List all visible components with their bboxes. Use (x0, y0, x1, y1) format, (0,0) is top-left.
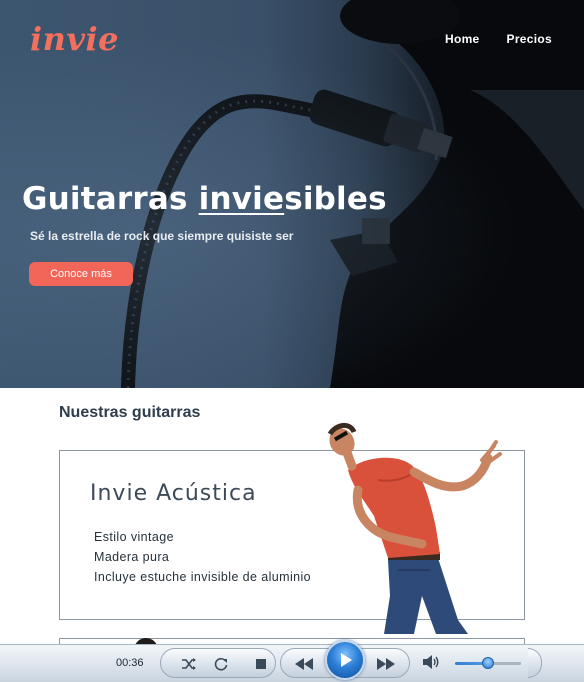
conoce-mas-button[interactable]: Conoce más (29, 262, 133, 286)
hero-title-pre: Guitarras (22, 181, 199, 217)
feature-item: Estilo vintage (94, 530, 174, 544)
feature-item: Madera pura (94, 550, 170, 564)
play-icon (341, 653, 352, 667)
repeat-icon (214, 657, 228, 671)
guitar-card-title: Invie Acústica (90, 481, 257, 506)
speaker-icon (423, 655, 439, 669)
next-button[interactable] (373, 654, 399, 674)
media-player-bar: 00:36 (0, 636, 584, 682)
play-button[interactable] (325, 640, 365, 680)
feature-item: Incluye estuche invisible de aluminio (94, 570, 311, 584)
volume-slider-knob[interactable] (482, 657, 494, 669)
guitar-feature-list: Estilo vintage Madera pura Incluye estuc… (94, 527, 311, 587)
repeat-button[interactable] (211, 654, 231, 674)
nav-link-precios[interactable]: Precios (507, 32, 552, 46)
hero-title: Guitarras inviesibles (22, 181, 387, 217)
rewind-icon (295, 658, 313, 670)
elapsed-time: 00:36 (116, 657, 144, 669)
shuffle-button[interactable] (179, 654, 199, 674)
guitarist-image (327, 423, 502, 634)
previous-button[interactable] (291, 654, 317, 674)
stop-icon (256, 659, 266, 669)
top-nav: Home Precios (445, 32, 552, 46)
nav-link-home[interactable]: Home (445, 32, 480, 46)
player-control-group (160, 648, 276, 678)
hero-subtitle: Sé la estrella de rock que siempre quisi… (30, 229, 294, 243)
section-title: Nuestras guitarras (59, 404, 201, 421)
brand-logo[interactable]: invie (30, 20, 119, 58)
mute-button[interactable] (420, 652, 442, 672)
fast-forward-icon (377, 658, 395, 670)
hero-title-post: sibles (284, 181, 387, 217)
hero-title-underlined: invie (198, 181, 285, 217)
hero-banner: invie Home Precios Guitarras inviesibles… (0, 0, 584, 388)
stop-button[interactable] (251, 654, 271, 674)
shuffle-icon (182, 658, 196, 670)
